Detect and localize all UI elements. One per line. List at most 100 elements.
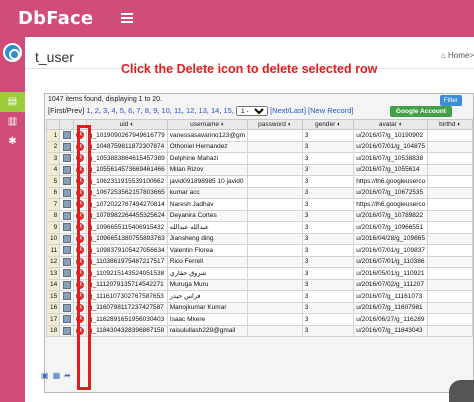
cell-password[interactable] bbox=[247, 301, 303, 314]
cell-birthday[interactable] bbox=[427, 244, 473, 257]
cell-birthday[interactable] bbox=[427, 140, 473, 153]
cell-username[interactable]: Jiansheng ding bbox=[166, 232, 249, 245]
delete-icon[interactable]: ✕ bbox=[75, 142, 84, 151]
cell-username[interactable]: Isaac Mkere bbox=[166, 313, 249, 326]
cell-gender[interactable]: 3 bbox=[301, 232, 355, 245]
table-row[interactable]: 18 ✕ g_1184304328396867158 raisulullash229@… bbox=[45, 324, 473, 337]
cell-avatar[interactable]: u/2016/07/01/g_109837 bbox=[353, 244, 429, 257]
cell-avatar[interactable]: u/2016/07/g_10538838 bbox=[353, 152, 429, 165]
pager-first-prev[interactable]: [First/Prev] bbox=[48, 106, 84, 115]
cell-birthday[interactable] bbox=[427, 221, 473, 234]
cell-birthday[interactable] bbox=[427, 186, 473, 199]
delete-icon[interactable]: ✕ bbox=[75, 246, 84, 255]
cell-password[interactable] bbox=[247, 163, 303, 176]
cell-username[interactable]: Delphine Mahazi bbox=[166, 152, 249, 165]
column-header[interactable]: avatar ◐ bbox=[353, 119, 429, 130]
cell-gender[interactable]: 3 bbox=[301, 301, 355, 314]
edit-icon[interactable] bbox=[62, 257, 71, 266]
page-link[interactable]: 13 bbox=[198, 106, 206, 115]
edit-icon[interactable] bbox=[62, 200, 71, 209]
cell-gender[interactable]: 3 bbox=[301, 186, 355, 199]
gear-icon[interactable]: ✱ bbox=[0, 132, 25, 152]
cell-avatar[interactable]: https://lh6.googleuserco bbox=[353, 175, 429, 188]
cell-gender[interactable]: 3 bbox=[301, 255, 355, 268]
cell-uid[interactable]: g_1184304328396867158 bbox=[85, 324, 168, 337]
scroll-top-button[interactable] bbox=[449, 380, 474, 402]
menu-toggle-icon[interactable] bbox=[121, 13, 133, 23]
cell-username[interactable]: Rico Ferrell bbox=[166, 255, 249, 268]
page-range-select[interactable]: 1 - 15 bbox=[236, 106, 268, 117]
cell-uid[interactable]: g_1162891651956030403 bbox=[85, 313, 168, 326]
table-row[interactable]: 2 ✕ g_1048759811872307874 Othoniel Hernande… bbox=[45, 140, 473, 153]
cell-avatar[interactable]: u/2016/07/g_11161073 bbox=[353, 290, 429, 303]
column-header[interactable]: gender ◐ bbox=[301, 119, 355, 130]
cell-avatar[interactable]: u/2016/07/01/g_110386 bbox=[353, 255, 429, 268]
cell-birthday[interactable] bbox=[427, 198, 473, 211]
cell-username[interactable]: Naresh Jadhav bbox=[166, 198, 249, 211]
delete-icon[interactable]: ✕ bbox=[75, 188, 84, 197]
cell-gender[interactable]: 3 bbox=[301, 198, 355, 211]
page-link[interactable]: 12 bbox=[186, 106, 194, 115]
cell-uid[interactable]: g_1096655115406915432 bbox=[85, 221, 168, 234]
page-link[interactable]: 3 bbox=[103, 106, 107, 115]
table-row[interactable]: 17 ✕ g_1162891651956030403 Isaac Mkere 3 u/20… bbox=[45, 313, 473, 326]
edit-icon[interactable] bbox=[62, 142, 71, 151]
cell-birthday[interactable] bbox=[427, 313, 473, 326]
delete-icon[interactable]: ✕ bbox=[75, 303, 84, 312]
cell-username[interactable]: Deyanira Cortes bbox=[166, 209, 249, 222]
sort-icon[interactable]: ◐ bbox=[128, 121, 134, 128]
cell-uid[interactable]: g_1112079135714542271 bbox=[85, 278, 168, 291]
edit-icon[interactable] bbox=[62, 280, 71, 289]
delete-icon[interactable]: ✕ bbox=[75, 326, 84, 335]
cell-uid[interactable]: g_1098379105427056634 bbox=[85, 244, 168, 257]
cell-birthday[interactable] bbox=[427, 301, 473, 314]
table-row[interactable]: 7 ✕ g_1072022787494270814 Naresh Jadhav 3 htt… bbox=[45, 198, 473, 211]
sort-icon[interactable]: ◐ bbox=[397, 121, 403, 128]
cell-password[interactable] bbox=[247, 209, 303, 222]
cell-birthday[interactable] bbox=[427, 290, 473, 303]
cell-uid[interactable]: g_1160798117237427587 bbox=[85, 301, 168, 314]
cell-gender[interactable]: 3 bbox=[301, 221, 355, 234]
cell-password[interactable] bbox=[247, 175, 303, 188]
cell-birthday[interactable] bbox=[427, 163, 473, 176]
delete-icon[interactable]: ✕ bbox=[75, 211, 84, 220]
cell-birthday[interactable] bbox=[427, 267, 473, 280]
cell-avatar[interactable]: u/2016/07/g_1055614 bbox=[353, 163, 429, 176]
table-row[interactable]: 5 ✕ g_1062311915539100662 javid091898985 10… bbox=[45, 175, 473, 188]
cell-gender[interactable]: 3 bbox=[301, 244, 355, 257]
table-row[interactable]: 9 ✕ g_1096655115406915432 عبدالله عبدالله 3 u… bbox=[45, 221, 473, 234]
cell-password[interactable] bbox=[247, 232, 303, 245]
cell-birthday[interactable] bbox=[427, 232, 473, 245]
edit-icon[interactable] bbox=[62, 188, 71, 197]
cell-avatar[interactable]: u/2016/07/02/g_111207 bbox=[353, 278, 429, 291]
delete-icon[interactable]: ✕ bbox=[75, 292, 84, 301]
cell-avatar[interactable]: https://lh6.googleuserco bbox=[353, 198, 429, 211]
cell-password[interactable] bbox=[247, 186, 303, 199]
table-row[interactable]: 12 ✕ g_1103861975487217517 Rico Ferrell 3 u/2… bbox=[45, 255, 473, 268]
page-link[interactable]: 8 bbox=[145, 106, 149, 115]
cell-birthday[interactable] bbox=[427, 209, 473, 222]
cell-avatar[interactable]: u/2016/07/g_11607981 bbox=[353, 301, 429, 314]
delete-icon[interactable]: ✕ bbox=[75, 280, 84, 289]
delete-icon[interactable]: ✕ bbox=[75, 234, 84, 243]
cell-uid[interactable]: g_1072022787494270814 bbox=[85, 198, 168, 211]
cell-gender[interactable]: 3 bbox=[301, 267, 355, 280]
cell-birthday[interactable] bbox=[427, 152, 473, 165]
new-record-link[interactable]: [New Record] bbox=[308, 106, 353, 115]
table-row[interactable]: 16 ✕ g_1160798117237427587 Manojkumar Kumar… bbox=[45, 301, 473, 314]
cell-avatar[interactable]: u/2016/07/g_10789822 bbox=[353, 209, 429, 222]
cell-username[interactable]: شروق حقاري bbox=[166, 267, 249, 280]
column-header[interactable]: password ◐ bbox=[247, 119, 303, 130]
cell-password[interactable] bbox=[247, 255, 303, 268]
cell-uid[interactable]: g_1019090267949616779 bbox=[85, 129, 168, 142]
cell-gender[interactable]: 3 bbox=[301, 209, 355, 222]
sort-icon[interactable]: ◐ bbox=[219, 121, 225, 128]
cell-username[interactable]: Manojkumar Kumar bbox=[166, 301, 249, 314]
edit-icon[interactable] bbox=[62, 211, 71, 220]
cell-password[interactable] bbox=[247, 244, 303, 257]
delete-icon[interactable]: ✕ bbox=[75, 269, 84, 278]
page-link[interactable]: 11 bbox=[174, 106, 182, 115]
cell-password[interactable] bbox=[247, 313, 303, 326]
table-row[interactable]: 15 ✕ g_1116107302767587653 فراس حيدر 3 u/2016… bbox=[45, 290, 473, 303]
export-excel-icon[interactable]: ▦ bbox=[53, 371, 61, 380]
